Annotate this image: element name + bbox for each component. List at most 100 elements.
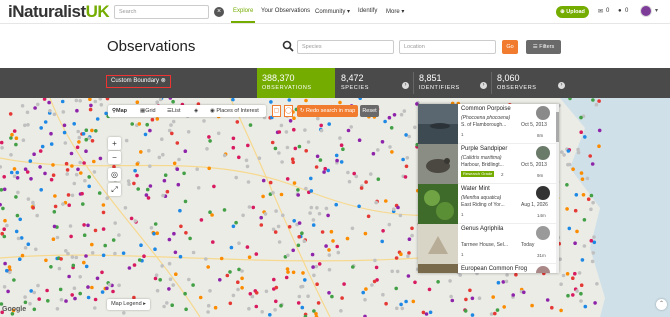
observation-marker[interactable] [342, 282, 346, 286]
observation-marker[interactable] [167, 261, 172, 266]
observation-marker[interactable] [376, 148, 380, 152]
observation-marker[interactable] [14, 136, 19, 140]
list-item[interactable]: Common Porpoise (Phocoena phocoena) S. o… [418, 104, 559, 144]
observation-marker[interactable] [577, 271, 582, 275]
observation-marker[interactable] [32, 152, 36, 156]
places-of-interest-button[interactable]: ◉ Places of Interest [206, 105, 259, 117]
observation-marker[interactable] [5, 223, 9, 228]
compass-icon[interactable]: ⌃ [656, 299, 667, 310]
observation-marker[interactable] [177, 157, 181, 162]
observation-marker[interactable] [237, 155, 241, 160]
observation-marker[interactable] [502, 305, 507, 309]
observation-marker[interactable] [410, 233, 414, 238]
observation-marker[interactable] [15, 170, 20, 175]
observation-marker[interactable] [324, 244, 328, 248]
observation-marker[interactable] [288, 119, 293, 123]
observation-marker[interactable] [394, 286, 399, 291]
observation-marker[interactable] [1, 206, 5, 211]
observation-marker[interactable] [579, 283, 584, 287]
observation-marker[interactable] [18, 257, 22, 261]
observation-marker[interactable] [334, 153, 339, 158]
observation-marker[interactable] [28, 159, 33, 163]
observation-marker[interactable] [90, 128, 94, 133]
observation-marker[interactable] [571, 276, 575, 280]
observation-marker[interactable] [48, 109, 52, 113]
observation-marker[interactable] [323, 166, 328, 171]
observation-marker[interactable] [575, 229, 579, 234]
observation-marker[interactable] [0, 165, 3, 169]
draw-circle-button[interactable]: ◯ [284, 105, 293, 117]
observation-marker[interactable] [285, 267, 290, 271]
observation-marker[interactable] [583, 304, 588, 309]
observation-marker[interactable] [196, 186, 201, 190]
observation-marker[interactable] [297, 221, 302, 225]
zoom-in-button[interactable]: + [108, 137, 121, 150]
observation-marker[interactable] [12, 174, 17, 178]
observation-marker[interactable] [286, 270, 290, 274]
observation-marker[interactable] [49, 177, 54, 182]
site-logo[interactable]: iNaturalistUK [8, 2, 110, 22]
observation-marker[interactable] [101, 227, 106, 231]
observation-marker[interactable] [157, 155, 162, 160]
observation-marker[interactable] [142, 254, 146, 258]
observation-marker[interactable] [79, 171, 83, 175]
observation-marker[interactable] [234, 175, 238, 180]
observation-marker[interactable] [594, 102, 599, 107]
observation-marker[interactable] [273, 308, 277, 312]
observation-marker[interactable] [148, 184, 153, 188]
observation-marker[interactable] [370, 283, 374, 287]
observation-marker[interactable] [245, 245, 250, 249]
observation-marker[interactable] [250, 294, 255, 299]
observation-marker[interactable] [511, 293, 515, 297]
observation-marker[interactable] [351, 265, 355, 269]
observation-marker[interactable] [389, 126, 394, 130]
observation-marker[interactable] [322, 170, 326, 174]
observation-marker[interactable] [272, 277, 276, 282]
observation-marker[interactable] [135, 100, 140, 104]
observation-marker[interactable] [236, 280, 240, 284]
observation-marker[interactable] [23, 123, 27, 128]
observation-marker[interactable] [231, 224, 236, 229]
observation-marker[interactable] [237, 241, 241, 245]
observation-marker[interactable] [530, 303, 534, 308]
observation-photo[interactable] [418, 264, 458, 273]
observation-marker[interactable] [372, 279, 377, 284]
observation-marker[interactable] [84, 137, 88, 142]
observation-marker[interactable] [504, 279, 509, 284]
expand-icon[interactable]: › [480, 82, 487, 89]
observation-marker[interactable] [292, 127, 296, 132]
upload-button[interactable]: ⊕ Upload [556, 6, 589, 18]
observation-marker[interactable] [155, 231, 159, 235]
observation-marker[interactable] [402, 109, 407, 113]
observation-marker[interactable] [387, 222, 392, 227]
observation-marker[interactable] [407, 134, 412, 139]
observation-marker[interactable] [35, 213, 39, 218]
observation-marker[interactable] [401, 157, 405, 162]
observation-marker[interactable] [21, 138, 26, 142]
observation-marker[interactable] [53, 204, 58, 209]
observation-marker[interactable] [92, 170, 97, 174]
observation-marker[interactable] [63, 141, 68, 145]
observation-marker[interactable] [84, 254, 88, 258]
observation-marker[interactable] [274, 299, 278, 304]
observation-marker[interactable] [171, 119, 176, 124]
observation-marker[interactable] [574, 193, 579, 197]
observation-marker[interactable] [296, 301, 301, 305]
observation-marker[interactable] [9, 153, 13, 157]
observation-marker[interactable] [207, 166, 211, 171]
observation-marker[interactable] [163, 173, 168, 177]
observation-marker[interactable] [111, 238, 116, 242]
clear-search-icon[interactable]: × [214, 7, 224, 17]
observation-marker[interactable] [158, 278, 162, 282]
observation-marker[interactable] [244, 158, 249, 163]
observation-marker[interactable] [501, 280, 506, 284]
observation-marker[interactable] [559, 308, 563, 313]
chevron-down-icon[interactable]: ▾ [655, 7, 658, 14]
observation-marker[interactable] [309, 189, 314, 193]
observation-marker[interactable] [188, 236, 192, 241]
observation-marker[interactable] [38, 165, 42, 169]
observation-marker[interactable] [52, 112, 57, 117]
observation-marker[interactable] [69, 151, 74, 156]
observation-marker[interactable] [312, 273, 316, 278]
observation-marker[interactable] [68, 224, 73, 228]
